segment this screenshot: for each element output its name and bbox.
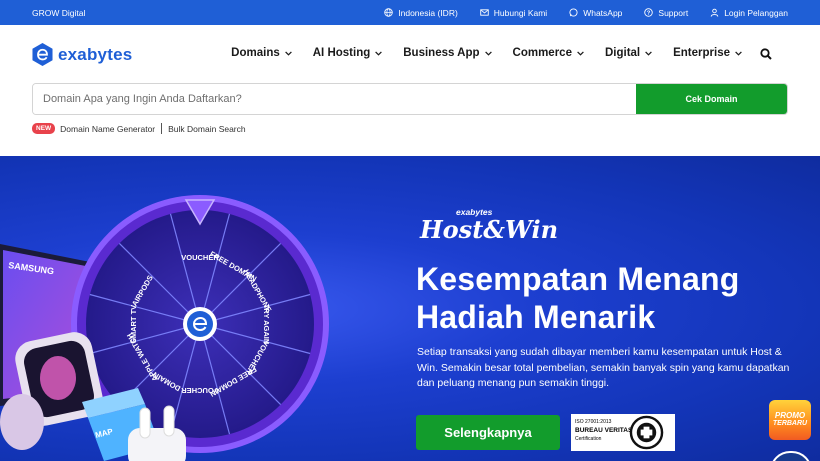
hero-title: Kesempatan Menang Hadiah Menarik bbox=[416, 261, 740, 335]
promo-badge[interactable]: PROMO TERBARU bbox=[769, 400, 811, 440]
nav-item-business-app[interactable]: Business App bbox=[403, 47, 492, 59]
login-label: Login Pelanggan bbox=[724, 7, 788, 18]
support-link[interactable]: ? Support bbox=[644, 8, 688, 18]
nav-item-label: AI Hosting bbox=[312, 47, 371, 59]
wheel-label: TRY AGAIN bbox=[262, 304, 271, 345]
domain-search-bar: Cek Domain bbox=[32, 83, 788, 115]
chevron-down-icon bbox=[484, 50, 492, 56]
globe-icon bbox=[384, 8, 393, 17]
mail-icon bbox=[480, 9, 489, 16]
nav-item-ai-hosting[interactable]: AI Hosting bbox=[313, 47, 383, 59]
contact-link[interactable]: Hubungi Kami bbox=[480, 8, 547, 18]
main-nav: exabytes Domains AI Hosting Business App… bbox=[0, 25, 820, 83]
promo-text-2: TERBARU bbox=[772, 420, 808, 427]
chevron-down-icon bbox=[284, 50, 292, 56]
nav-item-label: Domains bbox=[231, 47, 280, 59]
chevron-down-icon bbox=[577, 50, 584, 56]
bureau-veritas-text: BUREAU VERITAS bbox=[575, 427, 633, 434]
currency-selector[interactable]: Indonesia (IDR) bbox=[384, 8, 458, 18]
grow-digital-link[interactable]: GROW Digital bbox=[32, 8, 85, 18]
promo-text: PROMO bbox=[774, 411, 806, 420]
iso-text: ISO 27001:2013 bbox=[575, 419, 612, 425]
exabytes-logo-icon bbox=[32, 43, 53, 66]
nav-item-enterprise[interactable]: Enterprise bbox=[673, 47, 742, 59]
wheel-label: SMART TV bbox=[129, 305, 138, 343]
chat-avatar[interactable] bbox=[770, 451, 812, 461]
nav-item-digital[interactable]: Digital bbox=[605, 47, 652, 59]
whatsapp-label: WhatsApp bbox=[583, 7, 623, 18]
check-domain-button[interactable]: Cek Domain bbox=[636, 84, 787, 114]
whatsapp-link[interactable]: WhatsApp bbox=[569, 8, 622, 18]
certification-text: Certification bbox=[575, 436, 602, 442]
host-win-logo-text: Host&Win bbox=[420, 215, 559, 244]
search-icon[interactable] bbox=[760, 48, 772, 60]
hero-description: Setiap transaksi yang sudah dibayar memb… bbox=[417, 346, 790, 389]
top-bar: GROW Digital Indonesia (IDR) Hubungi Kam… bbox=[0, 0, 820, 25]
nav-item-domains[interactable]: Domains bbox=[231, 47, 292, 59]
whatsapp-icon bbox=[569, 8, 578, 17]
currency-label: Indonesia (IDR) bbox=[398, 7, 458, 18]
nav-menu: Domains AI Hosting Business App Commerce… bbox=[231, 47, 742, 59]
bulk-domain-search-link[interactable]: Bulk Domain Search bbox=[168, 124, 245, 134]
login-link[interactable]: Login Pelanggan bbox=[710, 8, 788, 18]
domain-sublinks: NEW Domain Name Generator Bulk Domain Se… bbox=[32, 123, 246, 134]
nav-item-label: Digital bbox=[604, 47, 641, 59]
nav-item-label: Business App bbox=[403, 47, 480, 59]
nav-item-label: Enterprise bbox=[673, 47, 730, 59]
contact-label: Hubungi Kami bbox=[493, 7, 548, 18]
learn-more-button[interactable]: Selengkapnya bbox=[416, 415, 560, 450]
svg-text:?: ? bbox=[647, 11, 651, 17]
prize-wheel-illustration: SAMSUNG VOUCHERFREE DOMAINHEADPHONETRY A… bbox=[0, 195, 329, 461]
wheel-label: VOUCHER bbox=[181, 386, 219, 395]
domain-name-generator-link[interactable]: Domain Name Generator bbox=[60, 124, 155, 134]
bureau-veritas-seal-icon bbox=[629, 415, 664, 450]
chevron-down-icon bbox=[735, 50, 742, 56]
domain-search-input[interactable] bbox=[33, 84, 636, 114]
logo-wordmark: exabytes bbox=[58, 44, 133, 64]
support-label: Support bbox=[658, 7, 689, 18]
user-icon bbox=[710, 8, 719, 17]
nav-item-commerce[interactable]: Commerce bbox=[513, 47, 584, 59]
top-links: Indonesia (IDR) Hubungi Kami WhatsApp ? … bbox=[384, 0, 788, 25]
hero-banner: SAMSUNG VOUCHER FREE DOMAIN HEADPHONE TRY A… bbox=[0, 156, 820, 461]
divider bbox=[161, 123, 163, 134]
nav-item-label: Commerce bbox=[512, 47, 572, 59]
chevron-down-icon bbox=[645, 50, 652, 56]
new-badge: NEW bbox=[32, 123, 56, 134]
chevron-down-icon bbox=[375, 50, 383, 56]
question-icon: ? bbox=[644, 8, 654, 17]
exabytes-logo[interactable]: exabytes bbox=[32, 43, 132, 66]
iso-certification-badge: ISO 27001:2013 BUREAU VERITAS Certificat… bbox=[571, 414, 675, 451]
